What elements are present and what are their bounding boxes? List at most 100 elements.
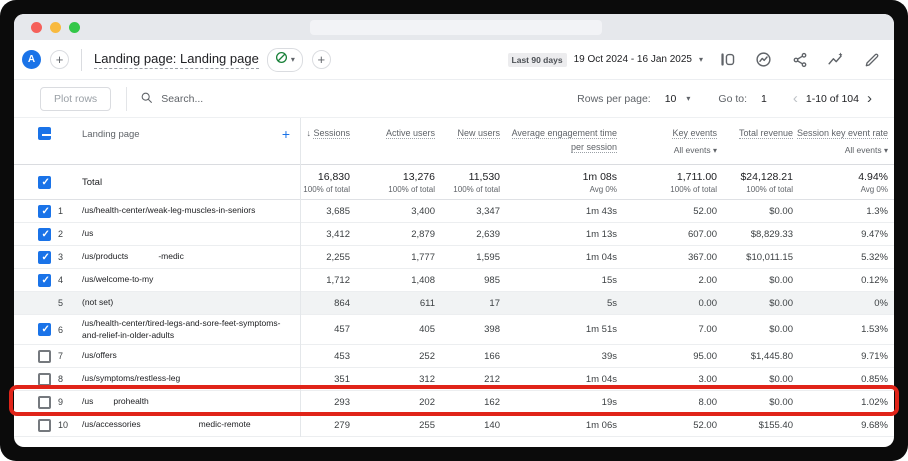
- chevron-down-icon[interactable]: ▾: [884, 146, 888, 155]
- column-divider: [300, 118, 301, 437]
- column-header-key-events[interactable]: Key events All events ▾: [617, 127, 717, 156]
- table-row[interactable]: 8 /us/symptoms/restless-leg 351 312 212 …: [14, 368, 894, 391]
- search-box[interactable]: Search...: [140, 91, 203, 107]
- key-events-value: 367.00: [687, 251, 717, 263]
- sampling-status-pill[interactable]: ▾: [266, 47, 303, 72]
- table-row[interactable]: 1 /us/health-center/weak-leg-muscles-in-…: [14, 200, 894, 223]
- session-key-event-rate-value: 9.68%: [861, 419, 888, 431]
- session-key-event-rate-value: 0%: [874, 297, 888, 309]
- column-header-total-revenue[interactable]: Total revenue: [717, 127, 793, 141]
- row-number: 6: [58, 324, 64, 335]
- chevron-down-icon[interactable]: ▾: [713, 146, 717, 155]
- key-events-value: 2.00: [698, 274, 718, 286]
- table-row[interactable]: 4 /us/welcome-to-my 1,712 1,408 985 15s …: [14, 269, 894, 292]
- row-checkbox[interactable]: [38, 250, 51, 264]
- row-checkbox[interactable]: [38, 372, 51, 386]
- column-header-avg-engagement[interactable]: Average engagement time per session: [500, 127, 617, 154]
- row-checkbox[interactable]: [38, 395, 51, 409]
- session-key-event-rate-value: 0.85%: [861, 373, 888, 385]
- sessions-value: 279: [334, 419, 350, 431]
- table-row[interactable]: 5 (not set) 864 611 17 5s 0.00 $0.00 0%: [14, 292, 894, 315]
- add-tab-button-right[interactable]: +: [311, 50, 331, 69]
- new-users-value: 166: [484, 350, 500, 362]
- rows-per-page-value[interactable]: 10: [665, 93, 677, 105]
- exploration-tab-title[interactable]: Landing page: Landing page: [94, 51, 259, 69]
- add-tab-button-left[interactable]: +: [50, 50, 69, 69]
- row-number: 10: [58, 420, 69, 430]
- sessions-value: 293: [334, 396, 350, 408]
- column-header-sessions[interactable]: ↓ Sessions: [300, 127, 350, 141]
- minimize-window-button[interactable]: [50, 21, 61, 33]
- total-revenue-value: $10,011.15: [746, 251, 793, 263]
- sessions-value: 351: [334, 373, 350, 385]
- row-number: 9: [58, 397, 64, 407]
- avg-engagement-value: 1m 04s: [585, 373, 617, 385]
- report-table: Landing page + ↓ Sessions Active users N…: [14, 118, 894, 447]
- table-row-highlighted[interactable]: 9 /us prohealth 293 202 162 19s 8.00 $0.0…: [14, 391, 894, 414]
- new-users-value: 1,595: [476, 251, 500, 263]
- goto-input[interactable]: 1: [761, 93, 767, 105]
- select-all-checkbox[interactable]: [38, 127, 51, 140]
- table-row[interactable]: 3 /us/products-medic 2,255 1,777 1,595 1…: [14, 246, 894, 269]
- new-users-value: 985: [484, 274, 500, 286]
- new-users-value: 3,347: [476, 205, 500, 217]
- next-page-icon[interactable]: ›: [865, 91, 874, 106]
- total-row-checkbox[interactable]: [38, 175, 51, 189]
- landing-page-path: /us/products -medic: [82, 251, 184, 262]
- key-events-value: 95.00: [693, 350, 717, 362]
- insights-icon[interactable]: [755, 51, 772, 68]
- key-events-value: 8.00: [698, 396, 718, 408]
- column-header-session-key-event-rate[interactable]: Session key event rate All events ▾: [793, 127, 888, 156]
- date-range-text[interactable]: 19 Oct 2024 - 16 Jan 2025: [574, 54, 692, 65]
- app-window: A + Landing page: Landing page ▾ + Last …: [14, 14, 894, 447]
- column-header-new-users[interactable]: New users: [435, 127, 500, 141]
- column-header-active-users[interactable]: Active users: [350, 127, 435, 141]
- close-window-button[interactable]: [31, 21, 42, 33]
- row-checkbox[interactable]: [38, 204, 51, 218]
- zoom-window-button[interactable]: [69, 21, 80, 33]
- edit-icon[interactable]: [863, 51, 880, 68]
- add-dimension-icon[interactable]: +: [282, 127, 290, 141]
- landing-page-path: /us/accessories medic-remote: [82, 419, 251, 430]
- row-checkbox[interactable]: [38, 323, 51, 336]
- avg-engagement-value: 15s: [601, 274, 617, 286]
- active-users-value: 312: [419, 373, 435, 385]
- plot-rows-button[interactable]: Plot rows: [40, 86, 112, 111]
- compare-panels-icon[interactable]: [719, 51, 736, 68]
- key-events-value: 52.00: [693, 419, 717, 431]
- row-checkbox[interactable]: [38, 418, 51, 432]
- sessions-value: 3,412: [326, 228, 350, 240]
- active-users-value: 611: [419, 297, 435, 309]
- session-key-event-rate-value: 9.47%: [861, 228, 888, 240]
- table-row[interactable]: 7 /us/offers 453 252 166 39s 95.00 $1,44…: [14, 345, 894, 368]
- active-users-value: 405: [419, 324, 435, 335]
- table-row[interactable]: 6 /us/health-center/tired-legs-and-sore-…: [14, 315, 894, 345]
- account-avatar[interactable]: A: [22, 50, 41, 69]
- row-checkbox[interactable]: [38, 227, 51, 241]
- total-revenue-value: $0.00: [769, 324, 793, 335]
- active-users-value: 1,408: [411, 274, 435, 286]
- row-checkbox[interactable]: [38, 273, 51, 287]
- active-users-value: 255: [419, 419, 435, 431]
- rows-per-page-label: Rows per page:: [577, 92, 651, 105]
- divider: [126, 86, 128, 111]
- table-row[interactable]: 2 /us 3,412 2,879 2,639 1m 13s 607.00 $8…: [14, 223, 894, 246]
- session-key-event-rate-value: 9.71%: [861, 350, 888, 362]
- total-revenue-value: $0.00: [769, 274, 793, 286]
- search-placeholder: Search...: [161, 92, 204, 105]
- row-checkbox[interactable]: [38, 349, 51, 363]
- table-body: 1 /us/health-center/weak-leg-muscles-in-…: [14, 200, 894, 437]
- dimension-header[interactable]: Landing page: [82, 129, 140, 140]
- rows-per-page-chevron-icon[interactable]: ▾: [686, 94, 690, 103]
- row-number: 1: [58, 206, 64, 216]
- table-row[interactable]: 10 /us/accessories medic-remote 279 255 1…: [14, 414, 894, 437]
- sessions-value: 864: [334, 297, 350, 309]
- trend-sparkle-icon[interactable]: [827, 51, 844, 68]
- landing-page-path: /us prohealth: [82, 396, 149, 407]
- date-range-chevron-icon[interactable]: ▾: [699, 55, 703, 64]
- session-key-event-rate-value: 5.32%: [861, 251, 888, 263]
- avg-engagement-value: 1m 04s: [585, 251, 617, 263]
- share-icon[interactable]: [791, 51, 808, 68]
- previous-page-icon[interactable]: ‹: [791, 91, 800, 106]
- row-number: 3: [58, 252, 64, 262]
